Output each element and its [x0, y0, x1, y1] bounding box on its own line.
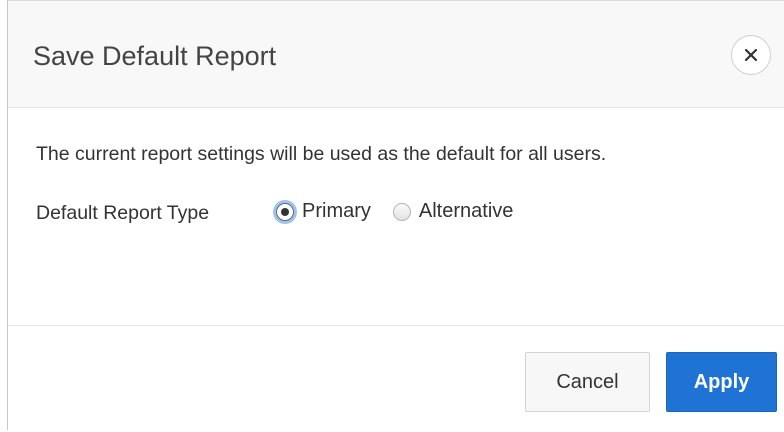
save-default-report-dialog: Save Default Report The current report s… — [7, 0, 784, 432]
report-type-radio-group: Primary Alternative — [276, 200, 513, 223]
dialog-body: The current report settings will be used… — [8, 107, 784, 325]
dialog-title: Save Default Report — [33, 41, 277, 71]
radio-option-alternative[interactable]: Alternative — [392, 200, 514, 223]
radio-option-primary[interactable]: Primary — [276, 200, 371, 223]
close-button[interactable] — [731, 35, 771, 75]
primary-radio-label[interactable]: Primary — [302, 200, 371, 223]
dialog-header: Save Default Report — [8, 1, 784, 108]
apply-button[interactable]: Apply — [666, 352, 777, 412]
dialog-description: The current report settings will be used… — [36, 143, 607, 165]
cancel-button[interactable]: Cancel — [525, 352, 650, 412]
alternative-radio[interactable] — [392, 202, 411, 221]
report-type-label: Default Report Type — [36, 202, 210, 224]
close-icon — [744, 48, 758, 62]
alternative-radio-label[interactable]: Alternative — [419, 200, 514, 223]
dialog-footer: Cancel Apply — [8, 325, 784, 432]
primary-radio[interactable] — [276, 202, 294, 221]
